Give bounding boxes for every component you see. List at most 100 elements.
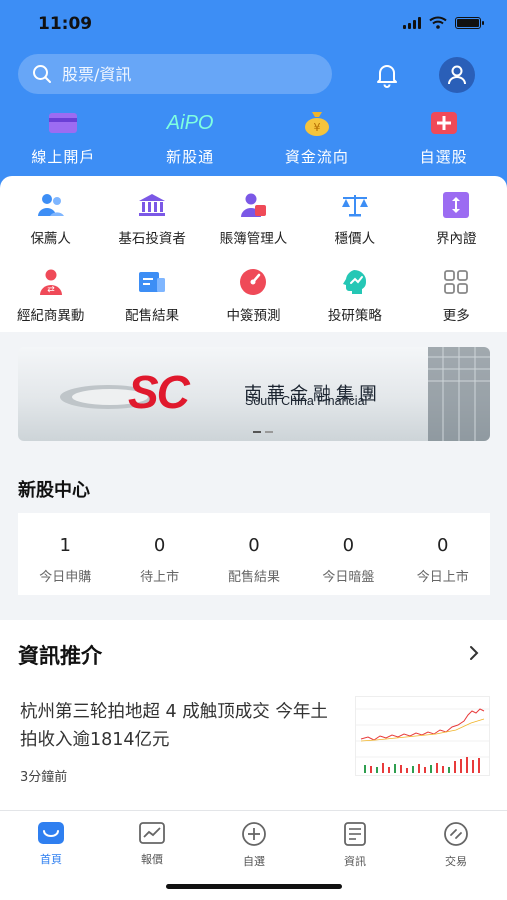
bell-icon[interactable] <box>372 60 402 90</box>
range-icon <box>441 191 471 219</box>
promo-banner[interactable]: SC 南華金融集團 South China Financial <box>18 347 490 441</box>
grid-item-label: 中簽預測 <box>226 308 281 324</box>
grid-item-label: 更多 <box>442 308 470 324</box>
news-icon <box>344 822 366 846</box>
grid-item-label: 穩價人 <box>334 231 376 247</box>
tab-home[interactable]: 首頁 <box>21 821 81 867</box>
banner-english-name: South China Financial <box>245 394 368 408</box>
banner-dot <box>253 431 261 433</box>
avatar[interactable] <box>439 57 475 93</box>
top-action-capital-flow[interactable]: ¥ 資金流向 <box>254 108 381 167</box>
svg-text:⇄: ⇄ <box>47 285 55 295</box>
cellular-signal-icon <box>403 16 421 29</box>
grid-item-label: 配售結果 <box>125 308 180 324</box>
grid-item-label: 投研策略 <box>327 308 382 324</box>
grid-icon <box>441 268 471 296</box>
stock-chart-thumbnail <box>356 708 489 773</box>
tab-label: 資訊 <box>344 855 366 868</box>
gauge-icon <box>238 268 268 296</box>
news-thumbnail[interactable] <box>355 696 490 776</box>
feature-grid: 保薦人 基石投資者 賬簿管理人 穩價人 界內證 ⇄ 經紀商異動 配售結果 中簽預… <box>0 176 507 332</box>
people-icon <box>36 191 66 219</box>
top-action-label: 自選股 <box>419 148 468 166</box>
grid-item-bookrunner[interactable]: 賬簿管理人 <box>203 191 304 247</box>
grid-item-label: 賬簿管理人 <box>219 231 288 247</box>
news-section: 資訊推介 杭州第三轮拍地超 4 成触顶成交 今年土拍收入逾1814亿元 3分鐘前 <box>0 620 507 810</box>
ipo-stat-label: 配售結果 <box>227 570 280 585</box>
top-action-open-account[interactable]: 線上開戶 <box>0 108 127 167</box>
search-bar[interactable] <box>18 54 332 94</box>
grid-item-label: 保薦人 <box>30 231 71 247</box>
top-action-watchlist[interactable]: 自選股 <box>380 108 507 167</box>
tab-label: 自選 <box>243 855 265 868</box>
feature-grid-row-2: ⇄ 經紀商異動 配售結果 中簽預測 投研策略 更多 <box>0 268 507 324</box>
chevron-right-icon[interactable] <box>467 645 481 661</box>
grid-item-label: 經紀商異動 <box>16 308 85 324</box>
ipo-stat-pending-listing[interactable]: 0 待上市 <box>112 513 206 595</box>
home-indicator <box>166 884 342 889</box>
ipo-stat-label: 待上市 <box>140 570 180 585</box>
ipo-stat-value: 1 <box>59 535 71 556</box>
add-circle-icon <box>242 822 266 846</box>
bank-icon <box>137 191 167 219</box>
ipo-stat-label: 今日暗盤 <box>322 570 375 585</box>
grid-item-sponsor[interactable]: 保薦人 <box>0 191 101 247</box>
tab-label: 首頁 <box>40 853 62 866</box>
broker-icon: ⇄ <box>36 268 66 296</box>
user-icon <box>448 65 466 85</box>
tab-news[interactable]: 資訊 <box>325 821 385 869</box>
svg-text:¥: ¥ <box>313 121 320 134</box>
tab-quotes[interactable]: 報價 <box>122 821 182 867</box>
grid-item-more[interactable]: 更多 <box>406 268 507 324</box>
banner-page-dots <box>253 431 273 433</box>
top-action-ipo[interactable]: AiPO 新股通 <box>127 108 254 167</box>
manager-icon <box>238 191 268 219</box>
ipo-stat-today-subscription[interactable]: 1 今日申購 <box>18 513 112 595</box>
header: 11:09 股票/資訊 線上開戶 AiPO 新股通 ¥ 資金流向 自選股 <box>0 0 507 200</box>
ipo-stat-label: 今日申購 <box>39 570 92 585</box>
brain-icon <box>340 268 370 296</box>
status-icons <box>403 16 484 29</box>
ipo-stat-value: 0 <box>248 535 260 556</box>
ipo-stat-value: 0 <box>342 535 355 556</box>
grid-item-allotment-results[interactable]: 配售結果 <box>101 268 202 324</box>
grid-item-label: 界內證 <box>436 231 477 247</box>
ipo-stat-value: 0 <box>437 535 449 556</box>
news-headline[interactable]: 杭州第三轮拍地超 4 成触顶成交 今年土拍收入逾1814亿元 <box>20 698 338 754</box>
grid-item-stabilizer[interactable]: 穩價人 <box>304 191 405 247</box>
search-input[interactable] <box>62 64 302 84</box>
grid-item-cornerstone[interactable]: 基石投資者 <box>101 191 202 247</box>
card-icon <box>48 108 78 138</box>
tab-trade[interactable]: 交易 <box>426 821 486 869</box>
grid-item-research-strategy[interactable]: 投研策略 <box>304 268 405 324</box>
ipo-center-title: 新股中心 <box>18 480 90 501</box>
grid-item-broker-changes[interactable]: ⇄ 經紀商異動 <box>0 268 101 324</box>
ipo-stat-today-listing[interactable]: 0 今日上市 <box>396 513 490 595</box>
tab-label: 報價 <box>141 853 163 866</box>
aipo-logo: AiPO <box>167 108 214 138</box>
top-actions: 線上開戶 AiPO 新股通 ¥ 資金流向 自選股 <box>0 108 507 167</box>
plus-icon <box>430 108 458 138</box>
chart-icon <box>139 822 165 844</box>
top-action-label: 線上開戶 <box>31 148 96 166</box>
news-time: 3分鐘前 <box>20 770 68 785</box>
grid-item-label: 基石投資者 <box>118 231 186 247</box>
ipo-stat-allotment-results[interactable]: 0 配售結果 <box>207 513 301 595</box>
wifi-icon <box>429 16 447 29</box>
tab-label: 交易 <box>445 855 467 868</box>
aipo-logo-text: AiPO <box>166 111 214 134</box>
banner-dot <box>265 431 273 433</box>
tab-watchlist[interactable]: 自選 <box>224 821 284 869</box>
ipo-stat-grey-market[interactable]: 0 今日暗盤 <box>301 513 395 595</box>
top-action-label: 資金流向 <box>284 148 349 166</box>
banner-logo-text: SC <box>128 366 190 418</box>
grid-item-range-warrant[interactable]: 界內證 <box>406 191 507 247</box>
search-icon <box>33 65 51 83</box>
status-bar: 11:09 <box>0 0 507 46</box>
top-action-label: 新股通 <box>166 148 215 166</box>
ipo-center-stats: 1 今日申購 0 待上市 0 配售結果 0 今日暗盤 0 今日上市 <box>18 513 490 595</box>
grid-item-allotment-forecast[interactable]: 中簽預測 <box>203 268 304 324</box>
ipo-stat-value: 0 <box>153 535 166 556</box>
document-icon <box>137 268 167 296</box>
money-bag-icon: ¥ <box>302 108 332 138</box>
